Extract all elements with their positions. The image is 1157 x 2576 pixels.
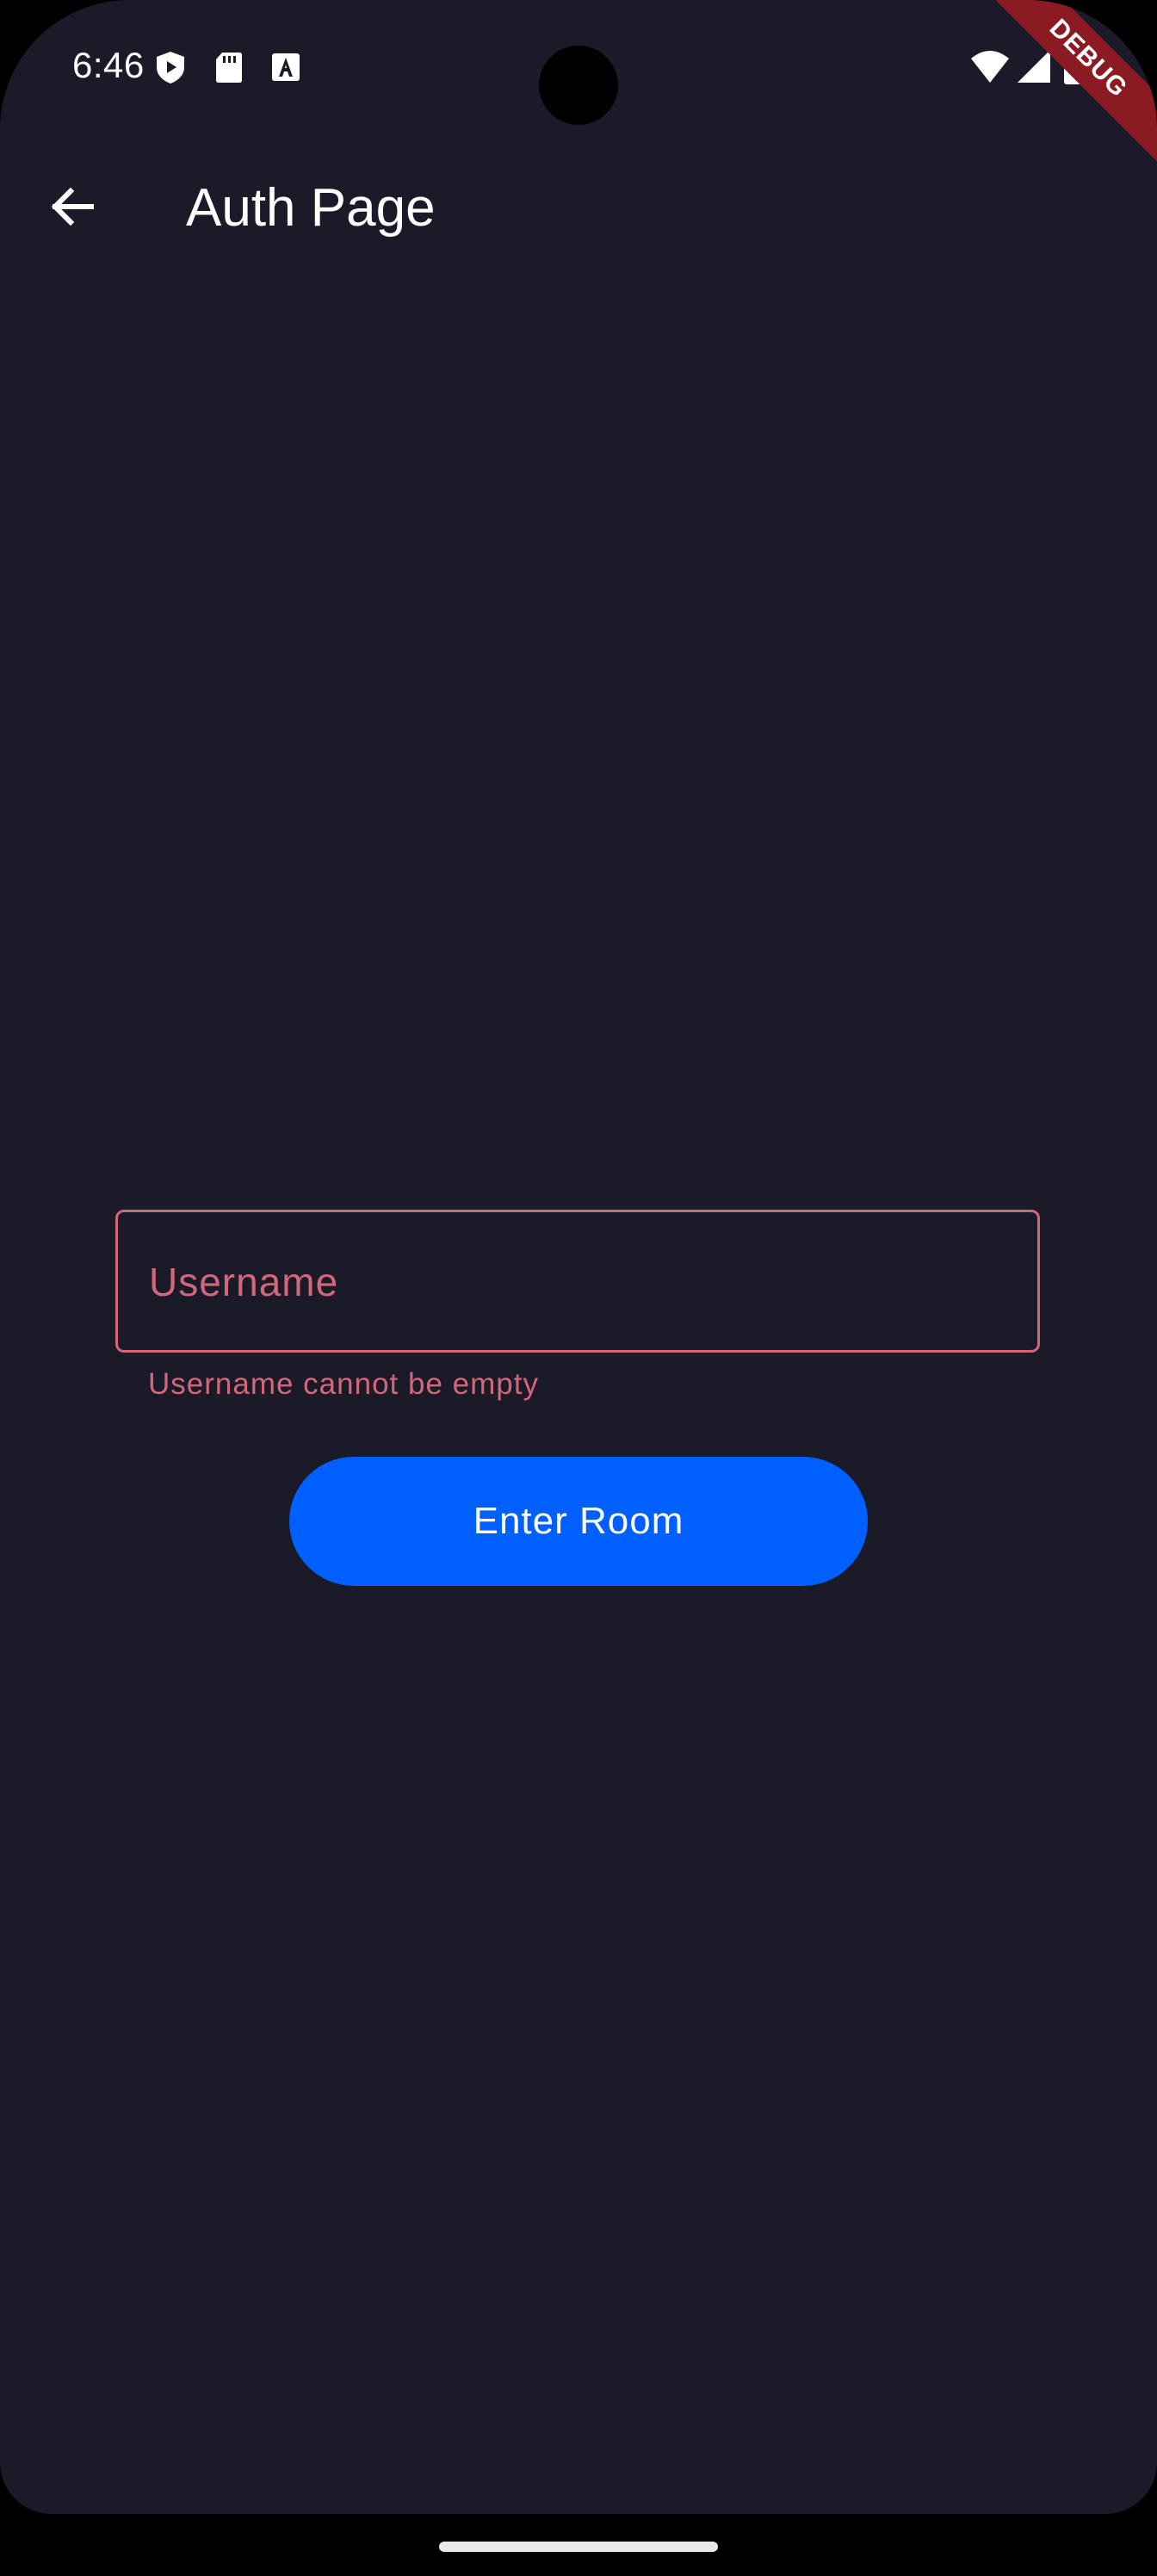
wifi-icon xyxy=(969,48,1011,86)
app-screen: 6:46 DEBUG Auth Page Username Username c… xyxy=(0,0,1157,2514)
arrow-back-icon xyxy=(48,183,96,235)
enter-room-button[interactable]: Enter Room xyxy=(289,1457,868,1586)
status-bar: 6:46 xyxy=(0,0,1157,138)
username-field[interactable] xyxy=(115,1210,1040,1353)
username-input[interactable] xyxy=(147,1247,1012,1317)
cellular-signal-icon xyxy=(1016,48,1052,84)
status-time: 6:46 xyxy=(72,45,145,85)
shield-play-icon xyxy=(153,50,188,84)
camera-cutout xyxy=(539,46,618,125)
app-bar: Auth Page xyxy=(0,155,1157,262)
font-a-icon xyxy=(269,50,303,84)
page-title: Auth Page xyxy=(186,178,436,238)
back-button[interactable] xyxy=(38,174,107,243)
home-indicator[interactable] xyxy=(439,2542,718,2552)
username-error-text: Username cannot be empty xyxy=(148,1367,539,1401)
sd-card-icon xyxy=(212,50,246,84)
